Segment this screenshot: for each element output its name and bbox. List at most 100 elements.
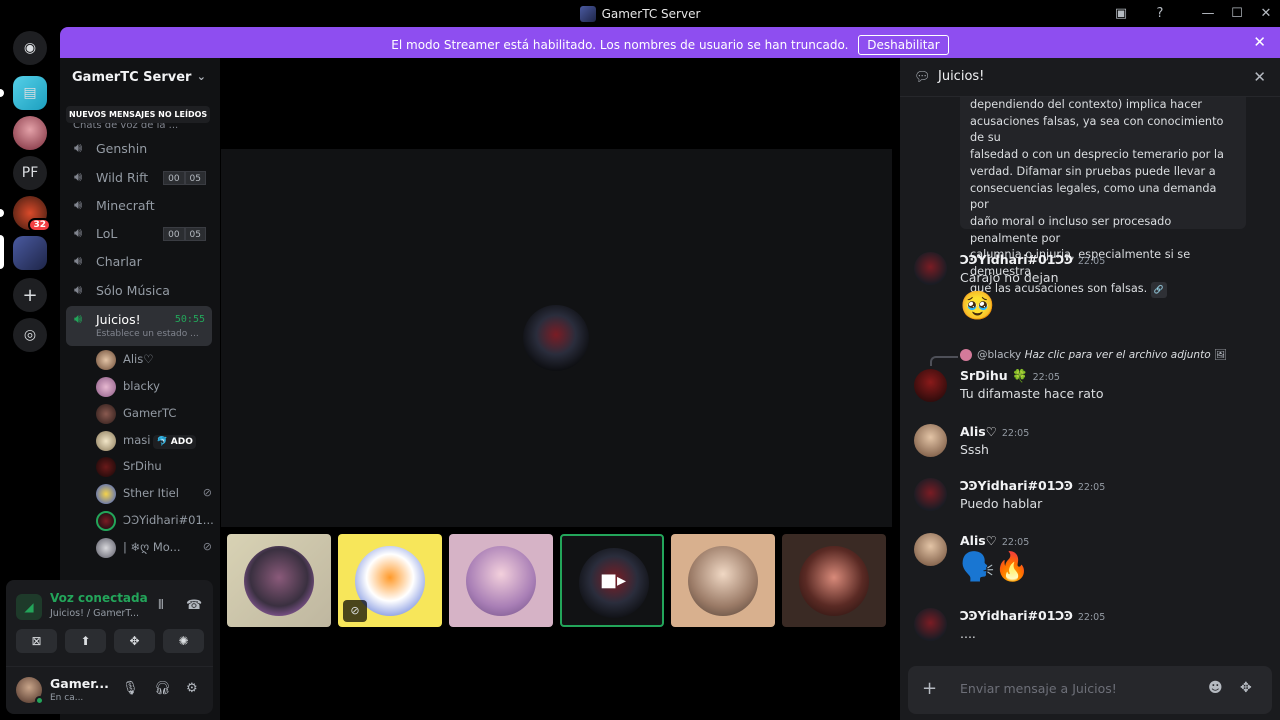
focused-video-tile[interactable] (221, 149, 892, 527)
add-attachment-icon[interactable]: + (922, 678, 937, 699)
video-camera-icon: ■▸ (600, 570, 627, 591)
voice-member[interactable]: blacky (96, 376, 216, 398)
voice-member[interactable]: Sther Itiel ⊘ (96, 483, 216, 505)
new-unread-messages-pill[interactable]: NUEVOS MENSAJES NO LEÍDOS (66, 106, 211, 123)
channel-charlar[interactable]: 🔊︎ Charlar (66, 249, 212, 275)
activities-button[interactable]: ✥ (114, 629, 155, 653)
emoji-icon[interactable]: ☻ (1208, 680, 1223, 696)
avatar (96, 431, 116, 451)
participant-tile[interactable] (782, 534, 886, 627)
close-window-button[interactable]: ✕ (1256, 4, 1276, 24)
title-bar: GamerTC Server ▣ ? — ☐ ✕ (0, 0, 1280, 27)
participant-tile[interactable] (449, 534, 553, 627)
channel-wild-rift[interactable]: 🔊︎ Wild Rift 00 05 (66, 165, 212, 191)
voice-member[interactable]: SrDihu (96, 456, 216, 478)
avatar (960, 349, 972, 361)
help-icon[interactable]: ? (1150, 4, 1170, 24)
message-text: Carajo no dejan (960, 270, 1059, 285)
message-time: 22:05 (1077, 482, 1106, 493)
speaker-icon: 🔊︎ (74, 254, 83, 269)
voice-member[interactable]: GamerTC (96, 403, 216, 425)
avatar[interactable] (914, 369, 947, 402)
message-input[interactable]: Enviar mensaje a Juicios! (960, 681, 1117, 696)
headphones-icon[interactable]: 🎧︎ (154, 681, 171, 696)
voice-member[interactable]: masi 🐬 ADO (96, 430, 216, 452)
avatar[interactable] (914, 608, 947, 641)
server-icon-pf[interactable]: PF (13, 156, 47, 190)
message-author[interactable]: ϽϿYidhari#01ϽϿ (960, 252, 1073, 267)
avatar (688, 546, 758, 616)
message-author[interactable]: SrDihu (960, 368, 1008, 383)
avatar (466, 546, 536, 616)
voice-channel-link[interactable]: Juicios! / GamerT... (50, 608, 139, 619)
channel-juicios-active[interactable]: 🔊︎ Juicios! 50:55 Establece un estado ... (66, 306, 212, 346)
discover-icon[interactable]: ◎ (13, 318, 47, 352)
avatar (244, 546, 314, 616)
avatar[interactable] (914, 478, 947, 511)
voice-member[interactable]: ϽϿYidhari#01... (96, 510, 216, 532)
server-icon-1[interactable]: ▤ (13, 76, 47, 110)
voice-member[interactable]: Alis♡ (96, 349, 216, 371)
message-time: 22:05 (1077, 256, 1106, 267)
voice-connection-panel: ◢ Voz conectada Juicios! / GamerT... ⦀ ☎… (6, 580, 213, 714)
member-name: SrDihu (123, 459, 162, 473)
message-author[interactable]: ϽϿYidhari#01ϽϿ (960, 608, 1073, 623)
minimize-button[interactable]: — (1198, 4, 1218, 24)
channel-status[interactable]: Establece un estado ... (96, 328, 199, 340)
apps-icon[interactable]: ✥ (1240, 680, 1252, 696)
channel-solo-musica[interactable]: 🔊︎ Sólo Música (66, 278, 212, 304)
gear-icon[interactable]: ⚙ (186, 681, 198, 696)
link-icon[interactable]: 🔗 (1150, 281, 1167, 299)
disconnect-icon[interactable]: ☎ (186, 598, 202, 613)
soundboard-button[interactable]: ✺ (163, 629, 204, 653)
disable-streamer-button[interactable]: Deshabilitar (858, 35, 949, 55)
voice-member[interactable]: | ❄ღ Mo... ⊘ (96, 537, 216, 559)
server-icon-2[interactable] (13, 116, 47, 150)
participant-tile[interactable] (227, 534, 331, 627)
channel-name: Juicios! (96, 312, 141, 327)
microphone-icon[interactable]: 🎙︎ (122, 681, 139, 696)
add-server-icon[interactable]: + (13, 278, 47, 312)
avatar[interactable] (914, 252, 947, 285)
participant-tile[interactable] (671, 534, 775, 627)
user-count: 00 (163, 171, 185, 185)
speaker-icon: 🔊︎ (74, 226, 83, 241)
user-name[interactable]: Gamer... (50, 676, 109, 691)
channel-minecraft[interactable]: 🔊︎ Minecraft (66, 193, 212, 219)
message-author[interactable]: ϽϿYidhari#01ϽϿ (960, 478, 1073, 493)
close-banner-icon[interactable]: ✕ (1253, 33, 1266, 51)
soundboard-wave-icon[interactable]: ⦀ (158, 598, 164, 613)
inbox-icon[interactable]: ▣ (1111, 4, 1131, 24)
participant-tile-speaking[interactable]: ■▸ (560, 534, 664, 627)
channel-name: Genshin (96, 141, 148, 156)
signal-icon[interactable]: ◢ (16, 594, 42, 620)
speaker-icon: 🔊︎ (74, 283, 83, 298)
avatar[interactable] (914, 424, 947, 457)
image-icon: 🖼︎ (1213, 349, 1228, 361)
message-author[interactable]: Alis♡ (960, 533, 997, 548)
muted-mic-icon: ⊘ (202, 540, 212, 553)
server-icon-3[interactable]: 32 (13, 196, 51, 232)
avatar[interactable] (914, 533, 947, 566)
message-embed: dependiendo del contexto) implica hacer … (960, 97, 1246, 299)
close-icon[interactable]: ✕ (1253, 68, 1266, 86)
avatar (96, 377, 116, 397)
screen-share-button[interactable]: ⬆ (65, 629, 106, 653)
muted-mic-icon: ⊘ (202, 486, 212, 499)
message-author[interactable]: Alis♡ (960, 424, 997, 439)
channel-lol[interactable]: 🔊︎ LoL 00 05 (66, 221, 212, 247)
server-header[interactable]: GamerTC Server ⌄ (60, 58, 220, 97)
clover-badge: 🍀 (1012, 368, 1028, 383)
channel-genshin[interactable]: 🔊︎ Genshin (66, 136, 212, 162)
message-composer[interactable]: + Enviar mensaje a Juicios! ☻ ✥ (908, 666, 1272, 714)
maximize-button[interactable]: ☐ (1227, 4, 1247, 24)
channel-name: Sólo Música (96, 283, 170, 298)
camera-off-button[interactable]: ⊠ (16, 629, 57, 653)
unread-pill-2 (0, 209, 4, 217)
server-icon-gamertc[interactable] (13, 236, 47, 270)
reply-reference[interactable]: @blacky Haz clic para ver el archivo adj… (900, 348, 1280, 366)
participant-tile[interactable]: ⊘ (338, 534, 442, 627)
discord-home-icon[interactable]: ◉ (13, 31, 47, 65)
message-text: Tu difamaste hace rato (960, 386, 1104, 401)
reply-connector (930, 356, 958, 366)
